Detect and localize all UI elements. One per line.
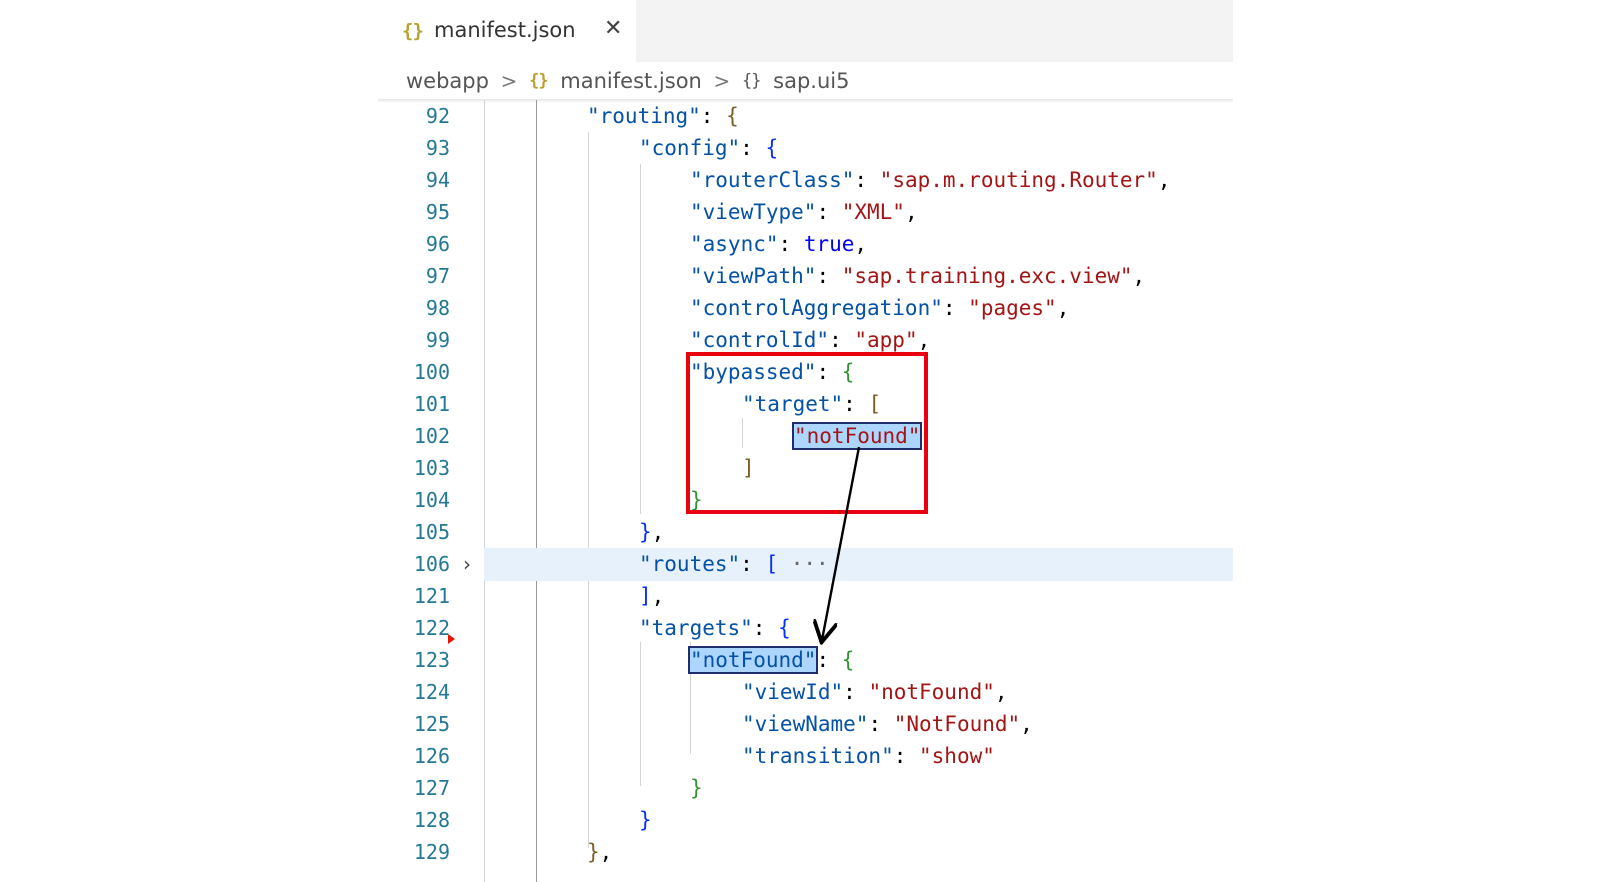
json-string: "NotFound" [893, 712, 1021, 736]
line-number: 100 [413, 360, 450, 384]
annotation-box [686, 352, 928, 514]
breadcrumb-folder[interactable]: webapp [406, 69, 489, 93]
code-line: 94 "routerClass": "sap.m.routing.Router"… [378, 164, 1233, 197]
code-line: 96 "async": true, [378, 228, 1233, 261]
object-braces-icon: {} [742, 71, 762, 91]
json-key: "viewId" [742, 680, 844, 704]
json-key: "viewPath" [690, 264, 817, 288]
line-number: 98 [425, 296, 450, 320]
line-number: 99 [425, 328, 450, 352]
json-key: "controlId" [690, 328, 830, 352]
json-string: "show" [919, 744, 995, 768]
tab-manifest-json[interactable]: {} manifest.json ✕ [378, 0, 636, 62]
json-braces-icon: {} [402, 20, 424, 42]
breadcrumb-file[interactable]: manifest.json [560, 69, 702, 93]
line-number: 121 [413, 584, 450, 608]
json-braces-icon: {} [529, 71, 549, 91]
json-key: "viewType" [690, 200, 817, 224]
line-number: 123 [413, 648, 450, 672]
json-key: "routes" [639, 552, 741, 576]
tab-bar: {} manifest.json ✕ [378, 0, 1233, 62]
json-key: "viewName" [742, 712, 869, 736]
line-number: 104 [413, 488, 450, 512]
line-number: 95 [425, 200, 450, 224]
code-line: 123 "notFound": { [378, 644, 1233, 677]
line-number: 122 [413, 616, 450, 640]
close-icon[interactable]: ✕ [604, 16, 622, 41]
line-number: 92 [425, 104, 450, 128]
code-line: 129 }, [378, 836, 1233, 869]
line-number: 124 [413, 680, 450, 704]
code-line: 128 } [378, 804, 1233, 837]
line-number: 127 [413, 776, 450, 800]
json-string: "app" [854, 328, 918, 352]
chevron-right-icon: > [500, 69, 518, 93]
line-number: 105 [413, 520, 450, 544]
json-key: "config" [639, 136, 741, 160]
code-line: 127 } [378, 772, 1233, 805]
json-key: "controlAggregation" [690, 296, 943, 320]
line-number: 103 [413, 456, 450, 480]
json-string: "sap.m.routing.Router" [879, 168, 1158, 192]
json-string: "XML" [841, 200, 905, 224]
json-string: "notFound" [868, 680, 995, 704]
json-key: "targets" [639, 616, 753, 640]
line-number: 93 [425, 136, 450, 160]
json-key: "transition" [742, 744, 894, 768]
breadcrumb-node[interactable]: sap.ui5 [773, 69, 849, 93]
breadcrumb: webapp > {} manifest.json > {} sap.ui5 [406, 68, 850, 96]
selected-key-notfound[interactable]: "notFound" [687, 646, 819, 674]
chevron-right-icon[interactable]: › [463, 548, 471, 581]
chevron-right-icon: > [713, 69, 731, 93]
tab-label: manifest.json [434, 18, 576, 42]
code-line: 97 "viewPath": "sap.training.exc.view", [378, 260, 1233, 293]
line-number: 94 [425, 168, 450, 192]
json-string: "pages" [968, 296, 1057, 320]
line-number: 106 [413, 552, 450, 576]
code-line: 98 "controlAggregation": "pages", [378, 292, 1233, 325]
code-line: 106 › "routes": [ ··· [378, 548, 1233, 581]
code-line: 126 "transition": "show" [378, 740, 1233, 773]
code-line: 122 "targets": { [378, 612, 1233, 645]
json-key: "routing" [587, 104, 701, 128]
line-number: 101 [413, 392, 450, 416]
line-number: 129 [413, 840, 450, 864]
code-line: 92 "routing": { [378, 100, 1233, 133]
json-key: "routerClass" [690, 168, 855, 192]
code-line: 95 "viewType": "XML", [378, 196, 1233, 229]
code-line: 125 "viewName": "NotFound", [378, 708, 1233, 741]
line-number: 126 [413, 744, 450, 768]
code-line: 124 "viewId": "notFound", [378, 676, 1233, 709]
line-number: 96 [425, 232, 450, 256]
line-number: 125 [413, 712, 450, 736]
breakpoint-marker [448, 634, 455, 644]
folded-ellipsis[interactable]: ··· [791, 552, 829, 576]
code-line: 105 }, [378, 516, 1233, 549]
line-number: 97 [425, 264, 450, 288]
line-number: 102 [413, 424, 450, 448]
json-string: "sap.training.exc.view" [841, 264, 1133, 288]
line-number: 128 [413, 808, 450, 832]
json-boolean: true [803, 232, 855, 256]
json-key: "async" [690, 232, 779, 256]
code-line: 93 "config": { [378, 132, 1233, 165]
code-line: 121 ], [378, 580, 1233, 613]
